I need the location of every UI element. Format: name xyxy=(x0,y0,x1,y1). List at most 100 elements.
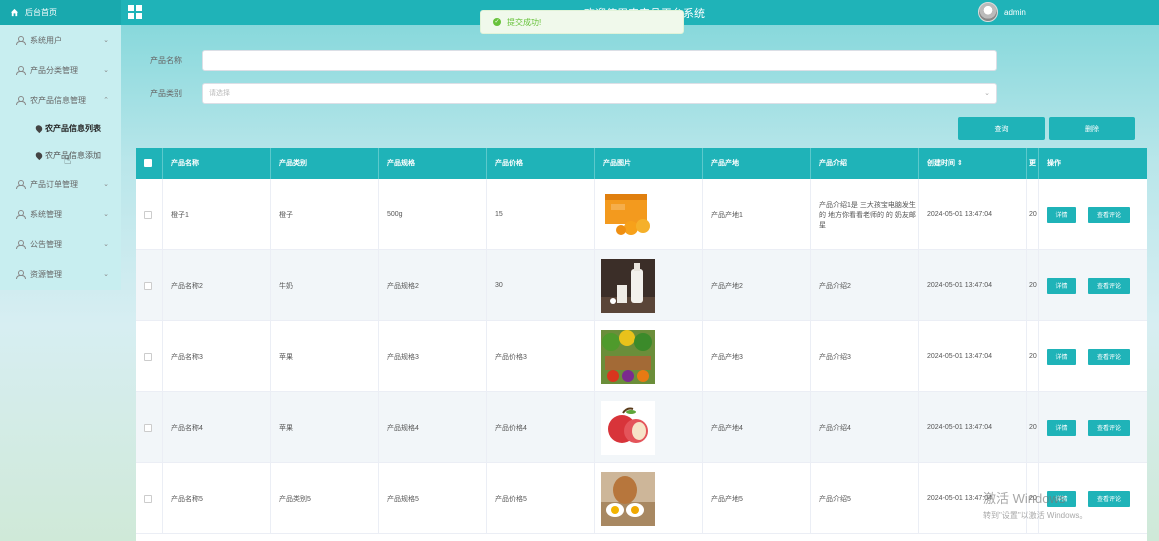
select-cell xyxy=(136,463,163,534)
cell-price: 15 xyxy=(487,179,595,250)
cell-spec: 500g xyxy=(379,179,487,250)
sidebar-item-category[interactable]: 产品分类管理 ⌄ xyxy=(0,55,121,85)
cell-intro: 产品介绍3 xyxy=(811,321,919,392)
detail-button[interactable]: 详情 xyxy=(1047,277,1076,294)
table-row[interactable]: 橙子1 橙子 500g 15 产品产地1 产品介绍1是 三大孩宝电脑发生的 地方你看看老师… xyxy=(136,179,1147,250)
detail-button[interactable]: 详情 xyxy=(1047,206,1076,223)
sidebar: 系统用户 ⌄ 产品分类管理 ⌄ 农产品信息管理 ⌃ 农产品信息列表 农产品信息添… xyxy=(0,25,121,290)
select-all-checkbox[interactable] xyxy=(144,159,152,167)
sidebar-item-label: 农产品信息管理 xyxy=(30,95,86,105)
column-header: 产品介绍 xyxy=(811,148,919,179)
view-comments-button[interactable]: 查看评论 xyxy=(1088,490,1130,507)
cell-updated: 20 xyxy=(1027,321,1039,392)
table-row[interactable]: 产品名称4 苹果 产品规格4 产品价格4 产品产地4 产品介绍4 2024-05-01 13… xyxy=(136,392,1147,463)
sidebar-item-orders[interactable]: 产品订单管理 ⌄ xyxy=(0,169,121,199)
table-row[interactable]: 产品名称2 牛奶 产品规格2 30 产品产地2 产品介绍2 2024-05-01 13:47… xyxy=(136,250,1147,321)
column-header: 产品产地 xyxy=(703,148,811,179)
sidebar-subitem-product-list[interactable]: 农产品信息列表 xyxy=(0,115,121,142)
query-button-label: 查询 xyxy=(994,125,1009,133)
sidebar-item-system[interactable]: 系统管理 ⌄ xyxy=(0,199,121,229)
view-comments-button[interactable]: 查看评论 xyxy=(1088,277,1130,294)
cell-updated: 20 xyxy=(1027,392,1039,463)
user-menu[interactable]: admin xyxy=(978,2,1026,22)
actions-cell: 详情 查看评论 xyxy=(1039,179,1147,250)
chevron-down-icon: ⌄ xyxy=(103,271,109,278)
cell-category: 牛奶 xyxy=(271,250,379,321)
mouse-cursor-icon: ☝ xyxy=(64,153,72,167)
cell-name: 产品名称2 xyxy=(163,250,271,321)
user-icon xyxy=(16,96,26,105)
username: admin xyxy=(1004,7,1026,17)
cell-price: 产品价格4 xyxy=(487,392,595,463)
cell-category: 苹果 xyxy=(271,321,379,392)
cell-created: 2024-05-01 13:47:04 xyxy=(919,250,1027,321)
category-select[interactable]: 请选择 ⌄ xyxy=(202,83,997,104)
column-header: 产品名称 xyxy=(163,148,271,179)
sidebar-item-notices[interactable]: 公告管理 ⌄ xyxy=(0,229,121,259)
category-placeholder: 请选择 xyxy=(209,90,230,97)
actions-cell: 详情 查看评论 xyxy=(1039,392,1147,463)
sidebar-item-label: 公告管理 xyxy=(30,239,62,249)
cell-origin: 产品产地1 xyxy=(703,179,811,250)
product-image-apples xyxy=(601,400,655,455)
query-button[interactable]: 查询 xyxy=(958,117,1045,140)
user-icon xyxy=(16,36,26,45)
cell-intro: 产品介绍1是 三大孩宝电脑发生的 地方你看看老师的 的 奶友邮星 xyxy=(811,179,919,250)
cell-name: 产品名称5 xyxy=(163,463,271,534)
sidebar-item-resources[interactable]: 资源管理 ⌄ xyxy=(0,259,121,289)
chevron-up-icon: ⌃ xyxy=(103,97,109,104)
select-cell xyxy=(136,250,163,321)
row-checkbox[interactable] xyxy=(144,352,152,361)
sidebar-item-label: 系统用户 xyxy=(30,35,62,45)
cell-price: 产品价格3 xyxy=(487,321,595,392)
sidebar-subitem-label: 农产品信息添加 xyxy=(45,151,101,160)
user-icon xyxy=(16,240,26,249)
view-comments-button[interactable]: 查看评论 xyxy=(1088,206,1130,223)
user-icon xyxy=(16,270,26,279)
user-icon xyxy=(16,180,26,189)
cell-origin: 产品产地4 xyxy=(703,392,811,463)
select-all-cell xyxy=(136,148,163,179)
avatar xyxy=(978,2,998,22)
table-scroll-area[interactable] xyxy=(1147,148,1159,541)
cell-name: 产品名称4 xyxy=(163,392,271,463)
name-input[interactable] xyxy=(202,50,997,71)
cell-created: 2024-05-01 13:47:04 xyxy=(919,179,1027,250)
product-image-cell xyxy=(595,179,703,250)
cell-origin: 产品产地2 xyxy=(703,250,811,321)
row-checkbox[interactable] xyxy=(144,423,152,432)
cell-price: 30 xyxy=(487,250,595,321)
detail-button[interactable]: 详情 xyxy=(1047,348,1076,365)
delete-button[interactable]: 删除 xyxy=(1049,117,1135,140)
table-header: 产品名称 产品类别 产品规格 产品价格 产品图片 产品产地 产品介绍 创建时间 … xyxy=(136,148,1147,179)
cell-updated: 20 xyxy=(1027,179,1039,250)
sidebar-item-label: 产品分类管理 xyxy=(30,65,78,75)
product-image-vegetables xyxy=(601,329,655,384)
cell-origin: 产品产地3 xyxy=(703,321,811,392)
row-checkbox[interactable] xyxy=(144,494,152,503)
column-header: 操作 xyxy=(1047,160,1061,167)
row-checkbox[interactable] xyxy=(144,210,152,219)
cell-spec: 产品规格2 xyxy=(379,250,487,321)
product-image-cell xyxy=(595,250,703,321)
select-cell xyxy=(136,321,163,392)
user-icon xyxy=(16,210,26,219)
sidebar-subitem-product-add[interactable]: 农产品信息添加 xyxy=(0,142,121,169)
sidebar-item-system-users[interactable]: 系统用户 ⌄ xyxy=(0,25,121,55)
table-row[interactable]: 产品名称3 苹果 产品规格3 产品价格3 产品产地3 产品介绍3 2024-05-01 13… xyxy=(136,321,1147,392)
chevron-down-icon: ⌄ xyxy=(984,90,990,97)
sidebar-item-label: 系统管理 xyxy=(30,209,62,219)
view-comments-button[interactable]: 查看评论 xyxy=(1088,348,1130,365)
cell-intro: 产品介绍2 xyxy=(811,250,919,321)
cell-created: 2024-05-01 13:47:04 xyxy=(919,392,1027,463)
sidebar-item-product-info[interactable]: 农产品信息管理 ⌃ xyxy=(0,85,121,115)
location-pin-icon xyxy=(34,150,44,161)
column-header: 更新时间 xyxy=(1027,148,1039,179)
detail-button[interactable]: 详情 xyxy=(1047,419,1076,436)
view-comments-button[interactable]: 查看评论 xyxy=(1088,419,1130,436)
row-checkbox[interactable] xyxy=(144,281,152,290)
column-header-sortable[interactable]: 创建时间 ⇕ xyxy=(919,148,1027,179)
column-header: 产品价格 xyxy=(487,148,595,179)
product-image-cell xyxy=(595,321,703,392)
sidebar-item-label: 资源管理 xyxy=(30,269,62,279)
